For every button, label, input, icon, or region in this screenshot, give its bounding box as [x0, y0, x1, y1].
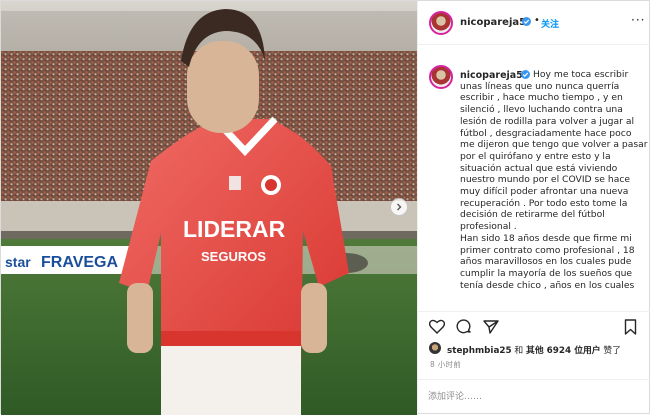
more-options-button[interactable]: ···: [631, 13, 645, 27]
banner-text: FRAVEGA: [41, 254, 118, 271]
verified-icon: [521, 70, 530, 79]
caption-paragraph-1: Hoy me toca escribir unas líneas que uno…: [460, 69, 648, 233]
post-sidebar: nicopareja5 • 关注 ··· Hoy me toca escribi…: [417, 1, 650, 415]
comment-icon[interactable]: [456, 319, 472, 335]
caption-paragraph-2: Han sido 18 años desde que firme mi prim…: [460, 232, 635, 291]
bookmark-icon[interactable]: [624, 319, 637, 335]
avatar[interactable]: [429, 11, 453, 35]
header-username[interactable]: nicopareja5: [460, 17, 526, 28]
jersey-sponsor-text: LIDERAR: [183, 216, 286, 242]
likes-connector: 和: [511, 346, 527, 356]
avatar[interactable]: [429, 342, 441, 354]
heart-icon[interactable]: [429, 319, 445, 334]
follow-button[interactable]: 关注: [541, 17, 559, 30]
other-likers-link[interactable]: 其他 6924 位用户: [526, 346, 601, 356]
liker-username[interactable]: stephmbia25: [447, 346, 512, 356]
chevron-right-icon: [397, 203, 402, 211]
comment-input[interactable]: [428, 389, 608, 405]
post-photo[interactable]: star FRAVEGA LIDERAR SEGUROS: [1, 1, 417, 415]
likes-text: stephmbia25 和 其他 6924 位用户 赞了: [447, 343, 621, 356]
post-header: nicopareja5 • 关注 ···: [418, 1, 650, 45]
instagram-post: star FRAVEGA LIDERAR SEGUROS nicopareja5…: [0, 0, 650, 415]
post-timestamp[interactable]: 8 小时前: [430, 359, 461, 370]
verified-icon: [522, 17, 531, 26]
likes-suffix: 赞了: [600, 346, 621, 356]
avatar[interactable]: [429, 65, 453, 89]
caption-area: Hoy me toca escribir unas líneas que uno…: [418, 45, 650, 311]
action-bar: [418, 311, 650, 341]
share-icon[interactable]: [483, 319, 499, 335]
likes-row: stephmbia25 和 其他 6924 位用户 赞了: [418, 341, 650, 357]
comment-box: [418, 379, 650, 415]
caption-username[interactable]: nicopareja5: [460, 70, 523, 81]
banner-prefix-text: star: [5, 254, 31, 270]
photo-illustration: star FRAVEGA LIDERAR SEGUROS: [1, 1, 417, 415]
caption-text: Hoy me toca escribir unas líneas que uno…: [460, 69, 648, 291]
header-separator: •: [534, 15, 540, 26]
next-photo-button[interactable]: [390, 198, 408, 216]
jersey-sponsor-subtext: SEGUROS: [201, 249, 266, 264]
